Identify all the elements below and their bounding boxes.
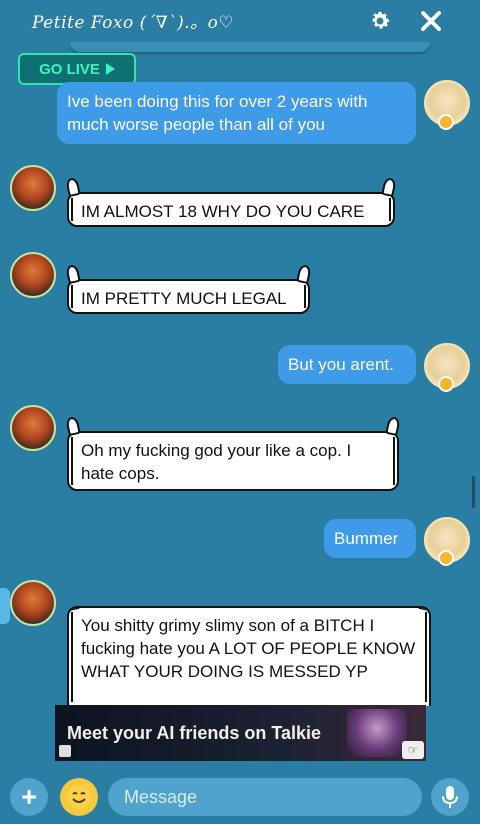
scrollbar-thumb[interactable] [472,476,475,508]
message-composer: + Message [0,770,480,824]
bubble-ear-right [385,415,401,437]
sender-avatar[interactable] [10,405,56,451]
chat-header: Petite Foxo (´∇`).。o♡ [0,0,480,44]
chat-title: Petite Foxo (´∇`).。o♡ [32,13,235,33]
sender-avatar[interactable] [10,252,56,298]
bubble-ear-right [381,176,397,198]
microphone-icon[interactable] [431,778,469,816]
bubble-ear-left [65,263,81,285]
sender-avatar[interactable] [10,580,56,626]
message-bubble-incoming[interactable]: Oh my fucking god your like a cop. I hat… [65,415,401,491]
bubble-ear-right [417,608,429,612]
smiley-face [67,785,91,809]
level-badge [438,550,454,566]
message-bubble-outgoing[interactable]: Bummer [324,519,416,558]
settings-button[interactable] [365,6,395,36]
ad-info-icon[interactable] [59,745,71,757]
emoji-icon[interactable] [60,778,98,816]
bubble-ear-right [296,263,312,285]
message-bubble-incoming[interactable]: IM PRETTY MUCH LEGAL [65,263,312,314]
play-icon [105,63,115,75]
close-button[interactable] [416,6,446,36]
message-text: Ive been doing this for over 2 years wit… [67,92,368,134]
pinned-bar[interactable] [70,42,430,52]
message-text: IM ALMOST 18 WHY DO YOU CARE [81,202,365,221]
plus-icon[interactable]: + [10,778,48,816]
message-text: Oh my fucking god your like a cop. I hat… [81,441,352,483]
close-icon [421,11,441,31]
message-bubble-incoming[interactable]: You shitty grimy slimy son of a BITCH I … [67,606,431,706]
message-text: IM PRETTY MUCH LEGAL [81,289,287,308]
gear-icon [372,11,390,29]
level-badge [438,376,454,392]
go-live-label: GO LIVE [39,60,100,78]
bubble-ear-left [69,608,81,612]
side-drawer-tab[interactable] [0,588,10,624]
message-bubble-outgoing[interactable]: But you arent. [278,345,416,384]
mic-glyph [442,786,458,808]
go-live-button[interactable]: GO LIVE [18,53,136,85]
bubble-ear-left [65,176,81,198]
level-badge [438,114,454,130]
ad-text: Meet your AI friends on Talkie [67,722,322,743]
hand-pointer-icon: ☞ [402,741,424,759]
message-text: But you arent. [288,355,394,374]
ad-banner[interactable]: Meet your AI friends on Talkie ☞ [55,705,426,761]
message-bubble-outgoing[interactable]: Ive been doing this for over 2 years wit… [57,82,416,144]
message-input[interactable]: Message [108,778,422,816]
message-text: You shitty grimy slimy son of a BITCH I … [81,616,416,681]
sender-avatar[interactable] [10,165,56,211]
message-bubble-incoming[interactable]: IM ALMOST 18 WHY DO YOU CARE [65,176,397,227]
ad-image [347,709,407,757]
bubble-ear-left [65,415,81,437]
message-text: Bummer [334,529,399,548]
